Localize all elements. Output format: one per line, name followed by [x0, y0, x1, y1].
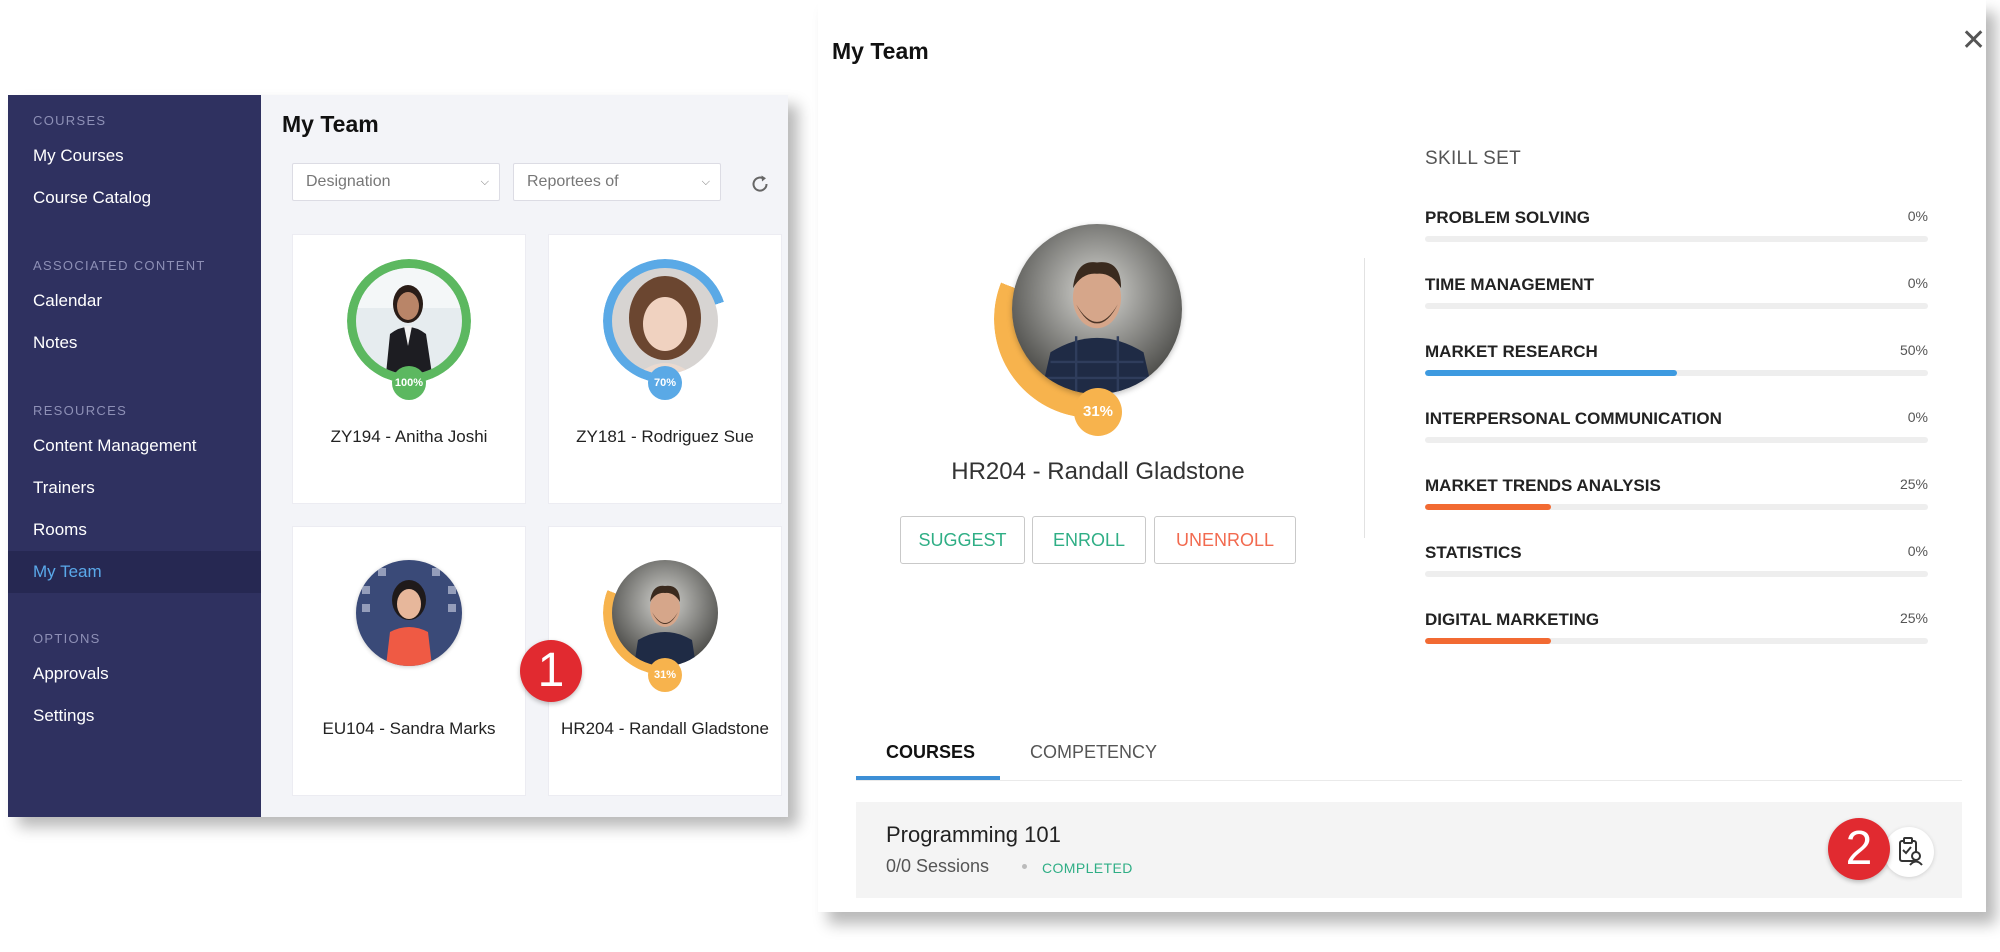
designation-select[interactable]: Designation ⌵: [292, 163, 500, 201]
skill-name: STATISTICS: [1425, 543, 1522, 562]
member-detail-panel: My Team ✕ 31% HR204 - Randall Gladstone …: [818, 0, 1986, 912]
detail-title: My Team: [832, 38, 929, 64]
sidebar-item-trainers[interactable]: Trainers: [8, 467, 261, 509]
skill-progress-track: [1425, 236, 1928, 242]
skill-value: 0%: [1907, 409, 1928, 425]
sidebar: COURSES My Courses Course Catalog ASSOCI…: [8, 95, 261, 817]
refresh-icon: [752, 175, 768, 192]
skill-progress-track: [1425, 303, 1928, 309]
sidebar-item-course-catalog[interactable]: Course Catalog: [8, 177, 261, 219]
member-name: ZY181 - Rodriguez Sue: [576, 427, 754, 446]
skill-row: TIME MANAGEMENT 0%: [1425, 275, 1928, 311]
callout-badge-1: 1: [520, 640, 582, 702]
sidebar-item-calendar[interactable]: Calendar: [8, 280, 261, 322]
sidebar-section-associated-content: ASSOCIATED CONTENT: [33, 258, 206, 273]
skill-row: STATISTICS 0%: [1425, 543, 1928, 579]
sidebar-item-notes[interactable]: Notes: [8, 322, 261, 364]
member-name: ZY194 - Anitha Joshi: [330, 427, 488, 446]
suggest-button[interactable]: SUGGEST: [900, 516, 1025, 564]
callout-badge-2: 2: [1828, 818, 1890, 880]
course-row[interactable]: Programming 101 0/0 Sessions COMPLETED: [856, 802, 1962, 898]
skill-row: INTERPERSONAL COMMUNICATION 0%: [1425, 409, 1928, 445]
sidebar-item-settings[interactable]: Settings: [8, 695, 261, 737]
skill-progress-fill: [1425, 370, 1677, 376]
skill-progress-track: [1425, 437, 1928, 443]
reportees-select[interactable]: Reportees of ⌵: [513, 163, 721, 201]
refresh-button[interactable]: [749, 173, 769, 193]
member-name: EU104 - Sandra Marks: [322, 719, 496, 738]
progress-badge: 100%: [392, 366, 426, 400]
skill-value: 25%: [1899, 476, 1928, 492]
profile-avatar: [1012, 224, 1182, 394]
progress-badge: 70%: [648, 366, 682, 400]
member-card-sandra-marks[interactable]: EU104 - Sandra Marks: [292, 526, 526, 796]
skill-progress-fill: [1425, 638, 1551, 644]
sidebar-item-approvals[interactable]: Approvals: [8, 653, 261, 695]
avatar: [356, 560, 462, 666]
reportees-select-label: Reportees of: [527, 173, 619, 190]
team-grid-area: My Team Designation ⌵ Reportees of ⌵ 100…: [261, 95, 788, 817]
team-list-panel: COURSES My Courses Course Catalog ASSOCI…: [8, 95, 788, 817]
member-card-anitha-joshi[interactable]: 100% ZY194 - Anitha Joshi: [292, 234, 526, 504]
member-name: HR204 - Randall Gladstone: [561, 719, 769, 738]
close-icon[interactable]: ✕: [1961, 26, 1986, 56]
tabs-divider: [856, 780, 1962, 781]
member-card-rodriguez-sue[interactable]: 70% ZY181 - Rodriguez Sue: [548, 234, 782, 504]
skill-progress-track: [1425, 638, 1928, 644]
skill-value: 25%: [1899, 610, 1928, 626]
avatar: [612, 560, 718, 666]
skill-progress-track: [1425, 370, 1928, 376]
vertical-divider: [1364, 258, 1365, 538]
skill-name: MARKET TRENDS ANALYSIS: [1425, 476, 1661, 495]
separator-dot: [1022, 864, 1027, 869]
sidebar-section-options: OPTIONS: [33, 631, 101, 646]
sidebar-section-resources: RESOURCES: [33, 403, 128, 418]
designation-select-label: Designation: [306, 173, 391, 190]
sidebar-item-rooms[interactable]: Rooms: [8, 509, 261, 551]
page-title: My Team: [282, 111, 379, 137]
skill-name: PROBLEM SOLVING: [1425, 208, 1590, 227]
tab-competency[interactable]: COMPETENCY: [1030, 742, 1157, 763]
skill-progress-track: [1425, 571, 1928, 577]
course-assign-button[interactable]: [1884, 827, 1934, 877]
skill-name: MARKET RESEARCH: [1425, 342, 1598, 361]
skill-progress-fill: [1425, 504, 1551, 510]
skill-value: 0%: [1907, 275, 1928, 291]
skill-set-heading: SKILL SET: [1425, 148, 1521, 169]
skill-progress-track: [1425, 504, 1928, 510]
skill-name: TIME MANAGEMENT: [1425, 275, 1595, 294]
sidebar-item-my-team[interactable]: My Team: [8, 551, 261, 593]
chevron-down-icon: ⌵: [480, 176, 489, 188]
skill-value: 0%: [1907, 208, 1928, 224]
progress-badge: 31%: [648, 658, 682, 692]
course-sessions: 0/0 Sessions: [886, 856, 990, 876]
avatar: [356, 268, 462, 374]
profile-progress-badge: 31%: [1074, 388, 1122, 436]
sidebar-section-courses: COURSES: [33, 113, 107, 128]
skill-row: MARKET RESEARCH 50%: [1425, 342, 1928, 378]
avatar: [612, 268, 718, 374]
member-card-randall-gladstone[interactable]: 31% HR204 - Randall Gladstone: [548, 526, 782, 796]
profile-name: HR204 - Randall Gladstone: [951, 458, 1245, 485]
unenroll-button[interactable]: UNENROLL: [1154, 516, 1296, 564]
skill-value: 0%: [1907, 543, 1928, 559]
skill-row: DIGITAL MARKETING 25%: [1425, 610, 1928, 646]
course-title: Programming 101: [886, 822, 1061, 847]
enroll-button[interactable]: ENROLL: [1032, 516, 1146, 564]
course-status: COMPLETED: [1042, 860, 1133, 876]
skill-name: INTERPERSONAL COMMUNICATION: [1425, 409, 1722, 428]
active-tab-indicator: [856, 776, 1000, 780]
sidebar-item-my-courses[interactable]: My Courses: [8, 135, 261, 177]
clipboard-user-icon: [1899, 837, 1923, 866]
tab-courses[interactable]: COURSES: [886, 742, 975, 763]
skill-name: DIGITAL MARKETING: [1425, 610, 1600, 629]
chevron-down-icon: ⌵: [701, 176, 710, 188]
skill-value: 50%: [1899, 342, 1928, 358]
skill-row: MARKET TRENDS ANALYSIS 25%: [1425, 476, 1928, 512]
skill-row: PROBLEM SOLVING 0%: [1425, 208, 1928, 244]
sidebar-item-content-management[interactable]: Content Management: [8, 425, 261, 467]
